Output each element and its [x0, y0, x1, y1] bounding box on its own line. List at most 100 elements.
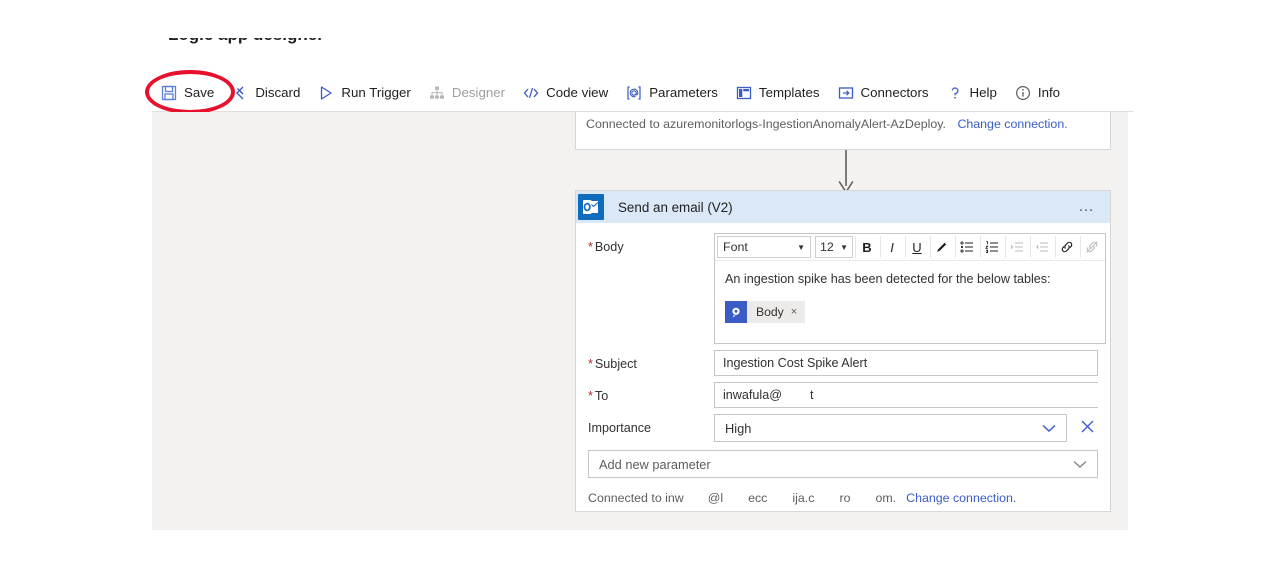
to-label-text: To	[594, 389, 609, 403]
change-connection-link[interactable]: Change connection.	[906, 491, 1016, 505]
info-label: Info	[1037, 85, 1061, 100]
connectors-button[interactable]: Connectors	[829, 78, 938, 108]
token-remove-icon[interactable]: ×	[791, 306, 797, 318]
required-asterisk: *	[588, 240, 593, 254]
connection-fragment-3: ija.c	[792, 491, 815, 505]
connection-fragment-1: @l	[707, 491, 724, 505]
font-size-dropdown[interactable]: 12 ▼	[815, 236, 853, 258]
help-label: Help	[969, 85, 997, 100]
designer-canvas: Connected to azuremonitorlogs-IngestionA…	[152, 112, 1128, 530]
numbered-list-icon[interactable]	[980, 236, 1003, 258]
save-label: Save	[184, 85, 215, 100]
to-input[interactable]: inwafula@ t	[714, 382, 1098, 408]
to-input-bottom-border	[714, 407, 1098, 408]
info-button[interactable]: Info	[1006, 78, 1069, 108]
token-icon	[725, 301, 747, 323]
parameters-button[interactable]: Parameters	[617, 78, 727, 108]
action-connection-status: Connected to inw @l ecc ija.c ro om. Cha…	[588, 491, 1098, 505]
connection-prefix-text: Connected to inw	[588, 491, 684, 505]
subject-input[interactable]	[714, 350, 1098, 376]
help-button[interactable]: Help	[938, 78, 1006, 108]
importance-field-label: Importance	[588, 414, 714, 435]
save-button[interactable]: Save	[152, 78, 223, 108]
info-circle-icon	[1015, 85, 1031, 101]
action-card-body: * Body Font ▼ 12 ▼ B I U An ingestion sp…	[576, 223, 1110, 505]
add-new-parameter-label: Add new parameter	[599, 456, 711, 472]
outdent-button	[1030, 236, 1053, 258]
connectors-icon	[838, 85, 854, 101]
body-rich-text-editor[interactable]: Font ▼ 12 ▼ B I U An ingestion spike has…	[714, 233, 1106, 344]
previous-connection-status: Connected to azuremonitorlogs-IngestionA…	[586, 117, 1068, 131]
font-family-value: Font	[723, 240, 748, 254]
question-mark-icon	[947, 85, 963, 101]
underline-button[interactable]: U	[905, 236, 928, 258]
connection-fragment-4: ro	[839, 491, 851, 505]
command-bar: Save Discard Run Trigger Designer Code v…	[152, 74, 1134, 112]
page-title-truncated: Logic app designer	[168, 38, 348, 52]
code-view-label: Code view	[546, 85, 609, 100]
subject-field-row: * Subject	[588, 350, 1098, 376]
subject-field-label: * Subject	[588, 350, 714, 371]
dynamic-content-token-body[interactable]: Body ×	[725, 301, 806, 323]
required-asterisk: *	[588, 357, 593, 371]
to-input-value-visible: inwafula@	[714, 382, 788, 408]
bulleted-list-icon[interactable]	[955, 236, 978, 258]
body-editor-content[interactable]: An ingestion spike has been detected for…	[715, 261, 1105, 343]
run-trigger-button[interactable]: Run Trigger	[309, 78, 419, 108]
add-new-parameter-dropdown[interactable]: Add new parameter	[588, 450, 1098, 478]
rich-text-toolbar: Font ▼ 12 ▼ B I U	[715, 234, 1105, 261]
send-email-action-card: Send an email (V2) … * Body Font ▼ 12 ▼ …	[575, 190, 1111, 512]
chevron-down-icon	[1042, 421, 1056, 436]
designer-label: Designer	[451, 85, 506, 100]
required-asterisk: *	[588, 389, 593, 403]
outlook-icon	[578, 194, 604, 220]
importance-label-text: Importance	[588, 421, 651, 435]
token-label: Body	[756, 305, 784, 319]
text-color-pen-icon[interactable]	[930, 236, 953, 258]
designer-button[interactable]: Designer	[420, 78, 514, 108]
importance-value: High	[725, 420, 752, 436]
chevron-down-icon	[1073, 457, 1087, 472]
code-brackets-icon	[523, 85, 539, 101]
page-title-text: Logic app designer	[168, 38, 348, 45]
connectors-label: Connectors	[860, 85, 929, 100]
discard-label: Discard	[255, 85, 301, 100]
chevron-down-icon: ▼	[840, 242, 848, 252]
discard-x-icon	[232, 85, 248, 101]
body-text: An ingestion spike has been detected for…	[725, 272, 1051, 286]
previous-action-card-fragment: Connected to azuremonitorlogs-IngestionA…	[575, 112, 1111, 150]
ellipsis-icon[interactable]: …	[1078, 199, 1096, 215]
insert-link-icon[interactable]	[1055, 236, 1078, 258]
to-field-label: * To	[588, 382, 714, 403]
discard-button[interactable]: Discard	[223, 78, 309, 108]
designer-hierarchy-icon	[429, 85, 445, 101]
importance-field-row: Importance High	[588, 414, 1098, 442]
to-field-row: * To inwafula@ t	[588, 382, 1098, 408]
subject-label-text: Subject	[594, 357, 637, 371]
templates-label: Templates	[758, 85, 820, 100]
bold-button[interactable]: B	[855, 236, 878, 258]
templates-button[interactable]: Templates	[727, 78, 829, 108]
remove-importance-parameter-button[interactable]	[1076, 420, 1098, 437]
action-card-title: Send an email (V2)	[618, 199, 733, 215]
action-card-header[interactable]: Send an email (V2) …	[576, 191, 1110, 223]
body-label-text: Body	[594, 240, 624, 254]
importance-control-wrap: High	[714, 414, 1098, 442]
indent-button	[1005, 236, 1028, 258]
font-size-value: 12	[820, 240, 834, 254]
previous-connection-text: Connected to azuremonitorlogs-IngestionA…	[586, 117, 946, 131]
save-icon	[161, 85, 177, 101]
code-view-button[interactable]: Code view	[514, 78, 617, 108]
importance-dropdown[interactable]: High	[714, 414, 1067, 442]
play-triangle-icon	[318, 85, 334, 101]
chevron-down-icon: ▼	[797, 242, 805, 252]
templates-icon	[736, 85, 752, 101]
remove-link-icon	[1080, 236, 1103, 258]
run-trigger-label: Run Trigger	[341, 85, 411, 100]
font-family-dropdown[interactable]: Font ▼	[717, 236, 811, 258]
previous-change-connection-link[interactable]: Change connection.	[957, 117, 1067, 131]
connection-fragment-2: ecc	[748, 491, 768, 505]
body-field-row: * Body Font ▼ 12 ▼ B I U An ingestion sp…	[588, 233, 1106, 344]
parameters-at-icon	[626, 85, 642, 101]
italic-button[interactable]: I	[880, 236, 903, 258]
